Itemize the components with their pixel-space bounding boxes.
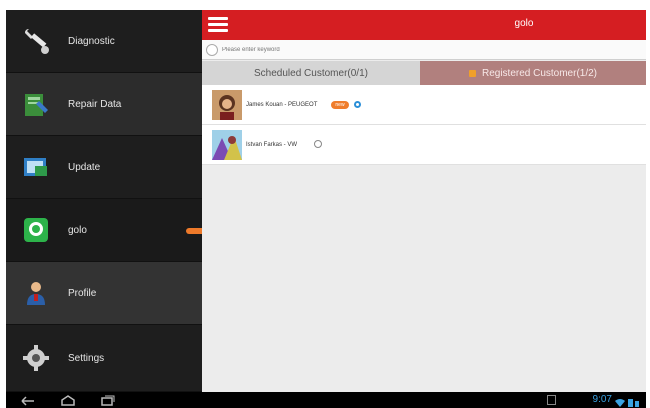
battery-icon — [628, 399, 633, 407]
sidebar-item-label: Profile — [68, 287, 97, 299]
system-navigation-bar: 9:07 — [6, 392, 646, 408]
sidebar-item-diagnostic[interactable]: Diagnostic — [6, 10, 202, 73]
sidebar-item-label: Diagnostic — [68, 35, 115, 47]
update-icon — [20, 151, 52, 183]
sidebar-item-label: golo — [68, 224, 87, 236]
sidebar-item-label: Repair Data — [68, 98, 122, 110]
wifi-icon — [615, 399, 625, 407]
repair-data-icon — [20, 88, 52, 120]
sidebar-item-repair-data[interactable]: Repair Data — [6, 73, 202, 136]
verified-icon — [353, 100, 362, 109]
page-title: golo — [514, 18, 534, 29]
signal-icon — [635, 401, 639, 407]
tab-label: Scheduled Customer(0/1) — [254, 67, 368, 79]
tab-flag-icon — [468, 69, 476, 77]
notification-indicator — [186, 228, 202, 234]
status-clock: 9:07 — [592, 394, 612, 405]
list-item[interactable]: James Kouan - PEUGEOT new — [202, 85, 646, 125]
tablet-screen: Diagnostic Repair Data Update golo Profi… — [6, 10, 646, 408]
list-item[interactable]: Istvan Farkas - VW — [202, 125, 646, 165]
new-badge: new — [331, 101, 349, 109]
sidebar-item-golo[interactable]: golo — [6, 199, 202, 262]
recent-apps-icon[interactable] — [100, 394, 116, 406]
tab-scheduled-customer[interactable]: Scheduled Customer(0/1) — [202, 61, 420, 85]
profile-icon — [20, 277, 52, 309]
info-icon — [314, 140, 322, 148]
customer-name: Istvan Farkas - VW — [246, 141, 298, 148]
customer-tabs: Scheduled Customer(0/1) Registered Custo… — [202, 61, 646, 85]
golo-chat-icon — [20, 214, 52, 246]
wrench-icon — [20, 25, 52, 57]
main-panel: golo Scheduled Customer(0/1) Registered … — [202, 10, 646, 392]
status-icons — [614, 395, 640, 407]
settings-gear-icon — [20, 342, 52, 374]
sidebar-item-settings[interactable]: Settings — [6, 325, 202, 392]
sidebar-item-update[interactable]: Update — [6, 136, 202, 199]
tab-label: Registered Customer(1/2) — [481, 67, 598, 79]
screenshot-icon — [547, 395, 556, 405]
customer-name: James Kouan - PEUGEOT — [246, 101, 318, 108]
sidebar-item-label: Settings — [68, 352, 105, 364]
sidebar-item-profile[interactable]: Profile — [6, 262, 202, 325]
app-header: golo — [202, 10, 646, 40]
search-input[interactable] — [222, 43, 632, 57]
sidebar-item-label: Update — [68, 161, 101, 173]
home-icon[interactable] — [60, 394, 76, 406]
search-icon — [206, 44, 218, 56]
back-icon[interactable] — [20, 394, 36, 406]
search-bar — [202, 40, 646, 60]
customer-list: James Kouan - PEUGEOT new Istvan Farkas … — [202, 85, 646, 165]
tab-registered-customer[interactable]: Registered Customer(1/2) — [420, 61, 646, 85]
avatar — [212, 130, 242, 160]
avatar — [212, 90, 242, 120]
sidebar: Diagnostic Repair Data Update golo Profi… — [6, 10, 202, 392]
